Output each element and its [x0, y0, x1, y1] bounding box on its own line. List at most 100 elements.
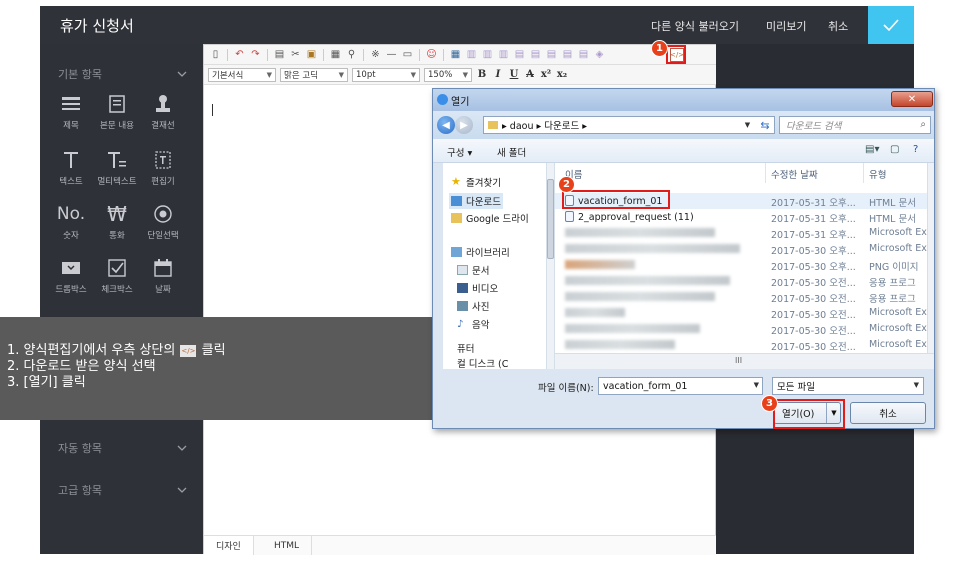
tool-currency[interactable]: ₩ 통화: [93, 202, 141, 241]
size-select[interactable]: 10pt ▼: [352, 67, 420, 82]
new-folder-button[interactable]: 새 폴더: [497, 145, 526, 159]
copy-icon[interactable]: ▤: [272, 47, 287, 62]
table-cell-icon[interactable]: ▥: [496, 47, 511, 62]
chevron-down-icon[interactable]: ▼: [754, 381, 759, 389]
nav-scroll-thumb[interactable]: [547, 179, 554, 259]
strikethrough-icon[interactable]: A: [524, 69, 536, 80]
nav-item-computer[interactable]: 퓨터: [457, 341, 474, 355]
highlight-html-button: [666, 45, 686, 64]
nav-item-favorites[interactable]: ★ 즐겨찾기: [451, 175, 501, 189]
filetype-select[interactable]: 모든 파일 ▼: [772, 377, 924, 395]
cut-icon[interactable]: ✂: [288, 47, 303, 62]
dialog-close-button[interactable]: ✕: [891, 91, 933, 107]
file-row[interactable]: 2017-05-31 오후... Microsoft Ex: [555, 225, 927, 241]
file-row[interactable]: 2017-05-30 오전... 응용 프로그: [555, 273, 927, 289]
tool-checkbox[interactable]: 체크박스: [93, 256, 141, 295]
load-other-form-button[interactable]: 다른 양식 불러오기: [651, 18, 739, 34]
bold-icon[interactable]: B: [476, 69, 488, 80]
organize-menu[interactable]: 구성 ▾: [447, 145, 472, 159]
refresh-button[interactable]: ⇆: [755, 116, 775, 134]
table-merge-icon[interactable]: ▤: [512, 47, 527, 62]
help-icon[interactable]: ?: [913, 144, 918, 155]
address-dropdown[interactable]: ▼: [740, 116, 755, 134]
column-divider[interactable]: [765, 163, 766, 183]
nav-item-downloads[interactable]: 다운로드: [449, 193, 503, 209]
nav-item-music[interactable]: ♪ 음악: [457, 317, 489, 331]
font-select[interactable]: 맑은 고딕 ▼: [280, 67, 348, 82]
hr-icon[interactable]: —: [384, 47, 399, 62]
italic-icon[interactable]: I: [492, 69, 504, 80]
box-icon[interactable]: ▭: [400, 47, 415, 62]
column-header-type[interactable]: 유형: [869, 167, 886, 181]
file-row[interactable]: 2017-05-30 오후... PNG 이미지: [555, 257, 927, 273]
nav-item-local-disk[interactable]: 컬 디스크 (C: [457, 356, 508, 369]
subscript-icon[interactable]: x₂: [556, 69, 568, 80]
table-delete-icon[interactable]: ▤: [576, 47, 591, 62]
undo-icon[interactable]: ↶: [232, 47, 247, 62]
table-row-icon[interactable]: ▤: [544, 47, 559, 62]
new-doc-icon[interactable]: ▯: [208, 47, 223, 62]
nav-item-libraries[interactable]: 라이브러리: [451, 245, 510, 259]
file-row[interactable]: 2017-05-30 오전... Microsoft Ex: [555, 337, 927, 353]
preview-button[interactable]: 미리보기: [766, 18, 806, 34]
table-color-icon[interactable]: ◈: [592, 47, 607, 62]
special-char-icon[interactable]: ※: [368, 47, 383, 62]
column-header-date[interactable]: 수정한 날짜: [771, 167, 818, 181]
table-icon[interactable]: ▦: [448, 47, 463, 62]
nav-item-videos[interactable]: 비디오: [457, 281, 498, 295]
file-row[interactable]: 2017-05-30 오전... Microsoft Ex: [555, 305, 927, 321]
nav-item-pictures[interactable]: 사진: [457, 299, 489, 313]
file-row[interactable]: 2_approval_request (11) 2017-05-31 오후...…: [555, 209, 927, 225]
table-col-icon[interactable]: ▤: [560, 47, 575, 62]
tool-body-text[interactable]: 본문 내용: [93, 92, 141, 131]
redo-icon[interactable]: ↷: [248, 47, 263, 62]
section-advanced[interactable]: 고급 항목: [58, 482, 188, 498]
filename-input[interactable]: vacation_form_01 ▼: [598, 377, 763, 395]
table-style-icon[interactable]: ▥: [480, 47, 495, 62]
file-row[interactable]: 2017-05-30 오후... Microsoft Ex: [555, 241, 927, 257]
text-caret: [212, 104, 213, 116]
tool-approval-line[interactable]: 결재선: [139, 92, 187, 131]
tool-dropbox[interactable]: 드롭박스: [47, 256, 95, 295]
address-bar[interactable]: ▸ daou ▸ 다운로드 ▸: [483, 116, 775, 134]
tab-html[interactable]: HTML: [262, 536, 313, 555]
dialog-cancel-button[interactable]: 취소: [850, 402, 926, 424]
search-input[interactable]: 다운로드 검색 ⌕: [779, 116, 931, 134]
dialog-titlebar[interactable]: 열기 ✕: [433, 89, 934, 111]
confirm-button[interactable]: [868, 6, 914, 44]
forward-button[interactable]: ▶: [455, 116, 473, 134]
tool-number[interactable]: No. 숫자: [47, 202, 95, 241]
file-list-vscrollbar[interactable]: [927, 163, 934, 353]
tool-single-select[interactable]: 단일선택: [139, 202, 187, 241]
paste-icon[interactable]: ▣: [304, 47, 319, 62]
zoom-select[interactable]: 150% ▼: [424, 67, 472, 82]
view-options-icon[interactable]: ▤▾: [865, 144, 879, 155]
tool-date[interactable]: 날짜: [139, 256, 187, 295]
superscript-icon[interactable]: x²: [540, 69, 552, 80]
underline-icon[interactable]: U: [508, 69, 520, 80]
section-basic[interactable]: 기본 항목: [58, 66, 188, 82]
cancel-button[interactable]: 취소: [828, 18, 848, 34]
file-list-hscrollbar[interactable]: III: [555, 353, 934, 369]
tab-design[interactable]: 디자인: [204, 536, 254, 555]
select-all-icon[interactable]: ▦: [328, 47, 343, 62]
tool-title[interactable]: 제목: [47, 92, 95, 131]
nav-item-google-drive[interactable]: Google 드라이: [451, 211, 529, 225]
nav-item-documents[interactable]: 문서: [457, 263, 489, 277]
file-row[interactable]: 2017-05-30 오전... Microsoft Ex: [555, 321, 927, 337]
tool-multitext[interactable]: 멀티텍스트: [93, 148, 141, 187]
column-divider[interactable]: [863, 163, 864, 183]
back-button[interactable]: ◀: [437, 116, 455, 134]
style-select[interactable]: 기본서식 ▼: [208, 67, 276, 82]
file-name-cell: 2_approval_request (11): [565, 211, 694, 223]
find-replace-icon[interactable]: ⚲: [344, 47, 359, 62]
table-format-icon[interactable]: ▥: [464, 47, 479, 62]
navigation-pane: ★ 즐겨찾기 다운로드 Google 드라이 라이브러리 문서 비디오 사진 ♪ 음…: [443, 163, 555, 369]
tool-text[interactable]: 텍스트: [47, 148, 95, 187]
section-auto[interactable]: 자동 항목: [58, 440, 188, 456]
preview-pane-icon[interactable]: ▢: [890, 144, 899, 155]
emoji-icon[interactable]: ☺: [424, 47, 439, 62]
table-split-icon[interactable]: ▤: [528, 47, 543, 62]
file-row[interactable]: 2017-05-30 오전... 응용 프로그: [555, 289, 927, 305]
tool-editor[interactable]: 편집기: [139, 148, 187, 187]
